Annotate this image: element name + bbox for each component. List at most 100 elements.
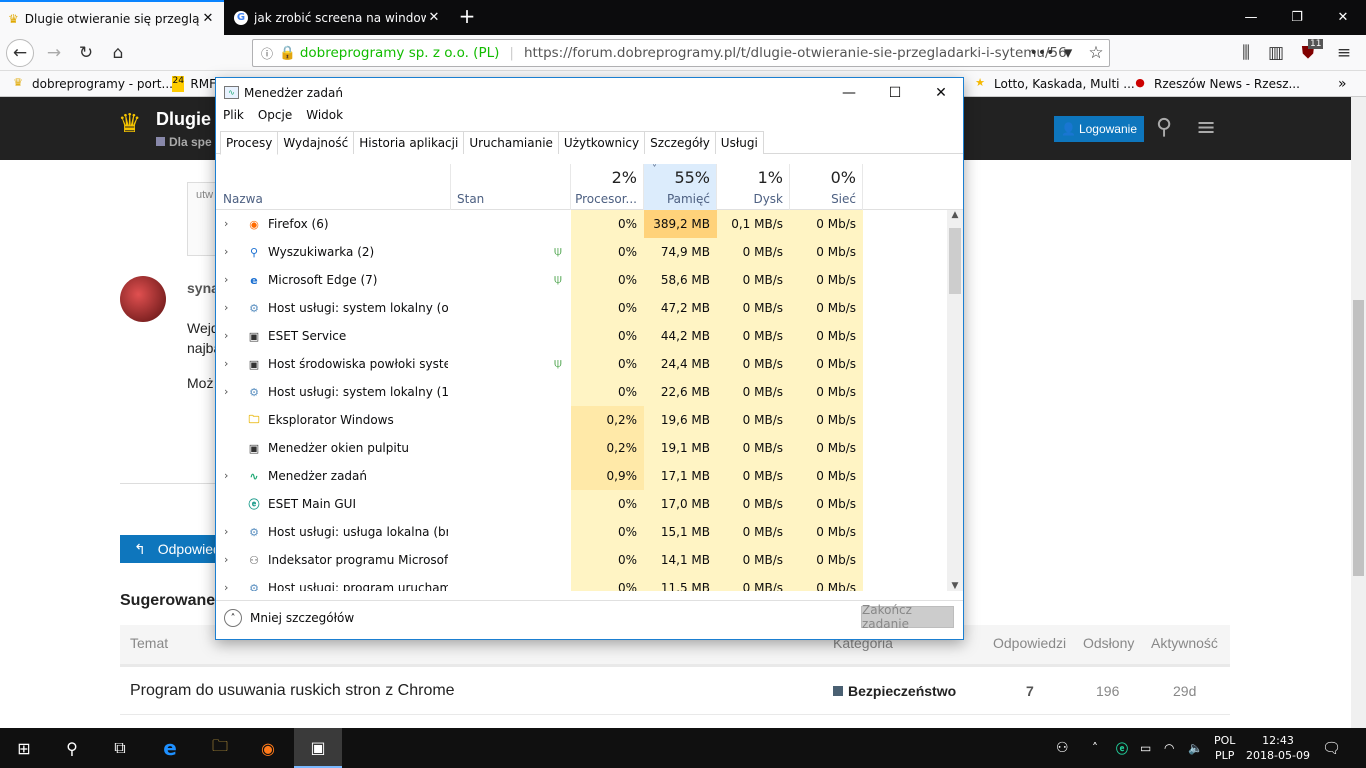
close-tab-icon[interactable]: ✕ (426, 10, 442, 25)
chevron-right-icon[interactable]: › (224, 357, 228, 370)
site-logo-icon[interactable]: ♛ (118, 109, 150, 147)
tab-uslugi[interactable]: Usługi (714, 131, 764, 154)
process-row[interactable]: › e Microsoft Edge (7) ⍦ 0% 58,6 MB 0 MB/s 0 Mb… (216, 266, 947, 294)
tab-procesy[interactable]: Procesy (220, 131, 279, 155)
bookmark-item[interactable]: ★ Lotto, Kaskada, Multi ... (972, 75, 1135, 93)
topic-link[interactable]: Program do usuwania ruskich stron z Chro… (130, 682, 455, 700)
avatar[interactable] (120, 276, 166, 322)
chevron-right-icon[interactable]: › (224, 329, 228, 342)
chevron-right-icon[interactable]: › (224, 385, 228, 398)
chevron-right-icon[interactable]: › (224, 273, 228, 286)
column-header-activity[interactable]: Aktywność (1151, 635, 1218, 651)
column-header-disk[interactable]: 1% Dysk (717, 164, 790, 210)
url-text[interactable]: https://forum.dobreprogramy.pl/t/dlugie-… (524, 45, 1067, 61)
scroll-down-icon[interactable]: ▼ (947, 581, 963, 591)
chevron-right-icon[interactable]: › (224, 553, 228, 566)
home-button[interactable]: ⌂ (104, 39, 132, 67)
column-header-status[interactable]: Stan (451, 164, 571, 210)
process-row[interactable]: › ⚙ Host usługi: program uruchami... 0% 11,5… (216, 574, 947, 591)
tab-uruchamianie[interactable]: Uruchamianie (463, 131, 559, 154)
chevron-up-icon[interactable]: ˄ (1092, 728, 1098, 768)
task-view-icon[interactable]: ⧉ (96, 728, 144, 768)
activity-age[interactable]: 29d (1173, 683, 1196, 699)
forward-button[interactable]: → (40, 39, 68, 67)
tab-uzytkownicy[interactable]: Użytkownicy (557, 131, 646, 154)
browser-tab-0[interactable]: ♛ Dlugie otwieranie się przeglądarki ✕ (0, 0, 224, 35)
process-row[interactable]: ▣ Menedżer okien pulpitu 0,2% 19,1 MB 0 MB/s… (216, 434, 947, 462)
reply-button[interactable]: ↰ Odpowied (120, 535, 218, 563)
firefox-icon[interactable]: ◉ (244, 728, 292, 768)
file-explorer-icon[interactable]: 🗀 (196, 728, 244, 768)
chevron-right-icon[interactable]: › (224, 525, 228, 538)
process-row[interactable]: 🗀 Eksplorator Windows 0,2% 19,6 MB 0 MB/s 0 M… (216, 406, 947, 434)
bookmark-item[interactable]: ♛ dobreprogramy - port... (10, 75, 173, 93)
close-window-icon[interactable]: ✕ (1320, 0, 1366, 35)
back-button[interactable]: ← (6, 39, 34, 67)
chevron-right-icon[interactable]: › (224, 469, 228, 482)
minimize-icon[interactable]: — (1228, 0, 1274, 35)
url-bar[interactable]: ⓘ 🔒 dobreprogramy sp. z o.o. (PL) | http… (252, 39, 1110, 67)
sidebar-icon[interactable]: ▥ (1262, 39, 1290, 67)
page-actions-icon[interactable]: ••• (1028, 39, 1056, 67)
login-button[interactable]: 👤 Logowanie (1054, 116, 1144, 142)
tab-szczegoly[interactable]: Szczegóły (644, 131, 716, 154)
process-row[interactable]: › ⚙ Host usługi: system lokalny (17) 0% 22,6… (216, 378, 947, 406)
start-windows-icon[interactable]: ⊞ (0, 728, 48, 768)
bookmark-item[interactable]: ● Rzeszów News - Rzesz... (1132, 75, 1300, 93)
bookmark-star-icon[interactable]: ☆ (1082, 39, 1110, 67)
column-header-name[interactable]: Nazwa (216, 164, 451, 210)
process-row[interactable]: › ⚲ Wyszukiwarka (2) ⍦ 0% 74,9 MB 0 MB/s 0 Mb/s (216, 238, 947, 266)
edge-icon[interactable]: e (146, 728, 194, 768)
process-row[interactable]: › ◉ Firefox (6) 0% 389,2 MB 0,1 MB/s 0 Mb/s (216, 210, 947, 238)
menu-item-plik[interactable]: Plik (216, 108, 251, 128)
hamburger-menu-icon[interactable]: ≡ (1196, 113, 1216, 141)
restore-icon[interactable]: ❐ (1274, 0, 1320, 35)
pocket-icon[interactable]: ▾ (1054, 39, 1082, 67)
category-badge[interactable]: Bezpieczeństwo (833, 683, 956, 699)
process-row[interactable]: ⓔ ESET Main GUI 0% 17,0 MB 0 MB/s 0 Mb/s (216, 490, 947, 518)
tab-wydajnosc[interactable]: Wydajność (277, 131, 355, 154)
chevron-right-icon[interactable]: › (224, 245, 228, 258)
column-header-views[interactable]: Odsłony (1083, 635, 1134, 651)
column-header-replies[interactable]: Odpowiedzi (993, 635, 1066, 651)
new-tab-button[interactable]: + (454, 4, 480, 30)
end-task-button[interactable]: Zakończ zadanie (861, 603, 954, 631)
process-row[interactable]: › ⚙ Host usługi: system lokalny (ogr... 0% 4… (216, 294, 947, 322)
language-indicator[interactable]: POL PLP (1214, 728, 1235, 768)
process-row[interactable]: › ⚇ Indeksator programu Microsoft ... 0% 14,… (216, 546, 947, 574)
maximize-icon[interactable]: ☐ (872, 78, 918, 108)
reload-button[interactable]: ↻ (72, 39, 100, 67)
process-list-scrollbar-thumb[interactable] (949, 228, 961, 294)
menu-item-opcje[interactable]: Opcje (251, 108, 299, 128)
taskmgr-icon[interactable]: ▣ (294, 728, 342, 768)
topic-category[interactable]: Dla spe (156, 135, 212, 149)
column-header-cpu[interactable]: 2% Procesor... (571, 164, 644, 210)
process-row[interactable]: › ∿ Menedżer zadań 0,9% 17,1 MB 0 MB/s 0 Mb/s (216, 462, 947, 490)
close-window-icon[interactable]: ✕ (918, 78, 964, 108)
table-row[interactable]: Program do usuwania ruskich stron z Chro… (120, 669, 1230, 715)
scroll-up-icon[interactable]: ▲ (947, 210, 963, 220)
wifi-icon[interactable]: ◠ (1164, 728, 1174, 768)
library-icon[interactable]: ⫼ (1232, 39, 1260, 67)
chevron-right-icon[interactable]: › (224, 581, 228, 591)
browser-tab-1[interactable]: G jak zrobić screena na windows ✕ (226, 0, 450, 35)
column-header-topic[interactable]: Temat (130, 635, 168, 651)
more-bookmarks-icon[interactable]: » (1338, 75, 1347, 93)
volume-muted-icon[interactable]: 🔈 (1188, 728, 1203, 768)
fewer-details-button[interactable]: ˄ Mniej szczegółów (224, 609, 354, 627)
close-tab-icon[interactable]: ✕ (200, 11, 216, 26)
menu-item-widok[interactable]: Widok (299, 108, 350, 128)
site-identity[interactable]: dobreprogramy sp. z o.o. (PL) (300, 45, 500, 61)
bookmark-item[interactable]: 24 RMF (172, 75, 216, 93)
process-row[interactable]: › ⚙ Host usługi: usługa lokalna (bra... 0% 1… (216, 518, 947, 546)
tab-historia-aplikacji[interactable]: Historia aplikacji (353, 131, 465, 154)
chevron-right-icon[interactable]: › (224, 217, 228, 230)
chevron-right-icon[interactable]: › (224, 301, 228, 314)
process-row[interactable]: › ▣ ESET Service 0% 44,2 MB 0 MB/s 0 Mb/s (216, 322, 947, 350)
process-row[interactable]: › ▣ Host środowiska powłoki syste... ⍦ 0% 24,… (216, 350, 947, 378)
notifications-icon[interactable]: 🗨 (1322, 728, 1341, 768)
info-icon[interactable]: ⓘ (261, 45, 273, 62)
search-icon[interactable]: ⚲ (1156, 115, 1172, 140)
column-header-network[interactable]: 0% Sieć (790, 164, 863, 210)
clock[interactable]: 12:43 2018-05-09 (1246, 728, 1310, 768)
